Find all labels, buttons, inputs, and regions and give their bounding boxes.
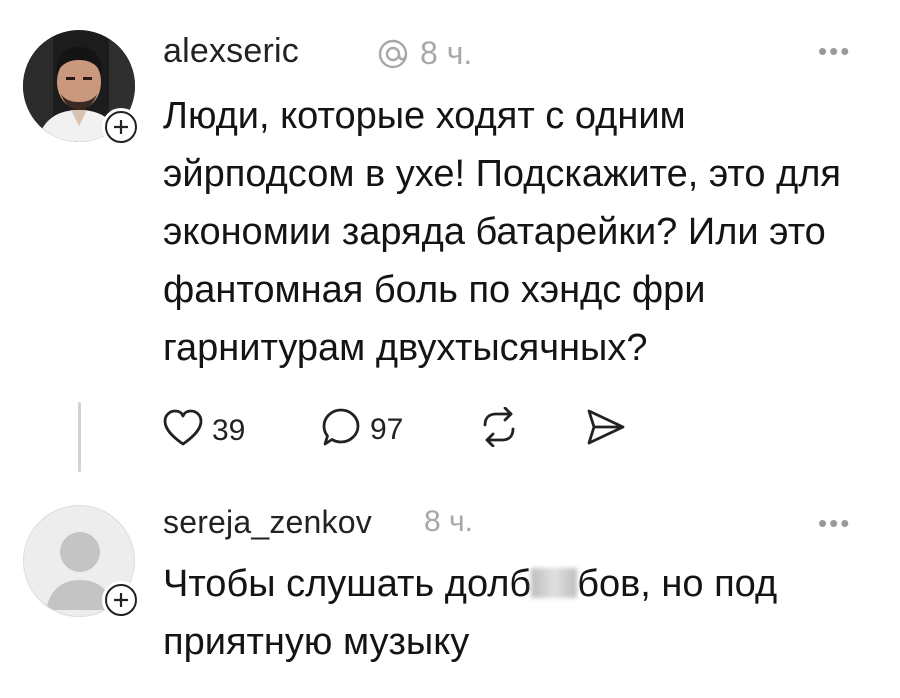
reply-text-part: Чтобы слушать долб: [163, 563, 532, 605]
reply-text: Чтобы слушать долб бов, но под приятную м…: [163, 557, 883, 669]
follow-add-badge[interactable]: [102, 108, 140, 146]
likes-count: 39: [212, 413, 246, 447]
reply-avatar-wrap[interactable]: [23, 505, 140, 619]
reply-text-line: Чтобы слушать долб бов, но под: [163, 557, 883, 611]
repost-button[interactable]: [477, 406, 521, 452]
censor-blur: [531, 568, 578, 598]
threads-icon: [376, 37, 410, 71]
post-time: 8 ч.: [420, 35, 473, 71]
post: alexseric 8 ч. ••• Люди, которые ходят с…: [0, 0, 900, 490]
reply-text-line: приятную музыку: [163, 621, 470, 663]
more-button[interactable]: •••: [818, 36, 851, 67]
like-button[interactable]: 39: [162, 408, 245, 453]
replies-count: 97: [370, 412, 404, 446]
comment-icon: [320, 406, 362, 453]
repost-icon: [477, 406, 521, 452]
add-icon: [105, 111, 137, 143]
post-text-line: фантомная боль по хэндс фри: [163, 269, 706, 311]
heart-icon: [162, 408, 204, 453]
post-text-line: экономии заряда батарейки? Или это: [163, 211, 826, 253]
reply-button[interactable]: 97: [320, 406, 403, 453]
post-text-line: эйрподсом в ухе! Подскажите, это для: [163, 153, 842, 195]
reply-post: sereja_zenkov 8 ч. ••• Чтобы слушать дол…: [0, 490, 900, 698]
post-text-line: гарнитурам двухтысячных?: [163, 327, 648, 369]
reply-username[interactable]: sereja_zenkov: [163, 504, 372, 541]
thread-line: [78, 402, 81, 472]
share-button[interactable]: [583, 406, 627, 453]
add-icon: [105, 584, 137, 616]
follow-add-badge[interactable]: [102, 581, 140, 619]
reply-time: 8 ч.: [424, 505, 473, 538]
author-avatar-wrap[interactable]: [23, 30, 140, 146]
reply-text-part: бов, но под: [577, 563, 778, 605]
more-button[interactable]: •••: [818, 508, 851, 539]
post-text-line: Люди, которые ходят с одним: [163, 95, 686, 137]
send-icon: [583, 406, 627, 453]
post-username[interactable]: alexseric: [163, 32, 299, 71]
post-text: Люди, которые ходят с одним эйрподсом в …: [163, 89, 883, 375]
